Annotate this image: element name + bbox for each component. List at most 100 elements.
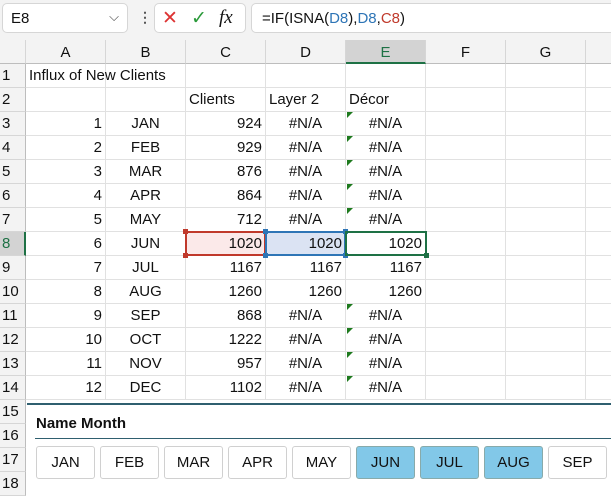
slicer-item-apr[interactable]: APR [228,446,287,479]
cell-A13[interactable]: 11 [26,352,106,376]
cell-B9[interactable]: JUL [106,256,186,280]
cell-E12[interactable]: #N/A [346,328,426,352]
cell-F11[interactable] [426,304,506,328]
cell-D1[interactable] [266,64,346,88]
error-indicator-icon[interactable] [347,328,353,334]
cell-E14[interactable]: #N/A [346,376,426,400]
cell-C13[interactable]: 957 [186,352,266,376]
row-header-18[interactable]: 18 [0,472,26,496]
error-indicator-icon[interactable] [347,136,353,142]
cell-G6[interactable] [506,184,586,208]
cell-A3[interactable]: 1 [26,112,106,136]
cell-C3[interactable]: 924 [186,112,266,136]
range-handle[interactable] [263,253,268,258]
cancel-icon[interactable]: ✕ [162,7,178,30]
cell-D5[interactable]: #N/A [266,160,346,184]
error-indicator-icon[interactable] [347,160,353,166]
cell-G1[interactable] [506,64,586,88]
row-header-14[interactable]: 14 [0,376,26,400]
cell-H2[interactable] [586,88,611,112]
row-header-11[interactable]: 11 [0,304,26,328]
cell-G9[interactable] [506,256,586,280]
cell-H14[interactable] [586,376,611,400]
select-all-corner[interactable] [0,40,26,64]
cell-D4[interactable]: #N/A [266,136,346,160]
cell-B5[interactable]: MAR [106,160,186,184]
slicer-item-aug[interactable]: AUG [484,446,543,479]
slicer-name-month[interactable]: Name Month JAN FEB MAR APR MAY JUN JUL AUG SEP [27,403,611,493]
cell-F1[interactable] [426,64,506,88]
cell-C11[interactable]: 868 [186,304,266,328]
cell-G12[interactable] [506,328,586,352]
cell-H7[interactable] [586,208,611,232]
column-header-C[interactable]: C [186,40,266,64]
cell-B1[interactable] [106,64,186,88]
fill-handle[interactable] [424,253,429,258]
cell-A10[interactable]: 8 [26,280,106,304]
cell-F7[interactable] [426,208,506,232]
cell-E11[interactable]: #N/A [346,304,426,328]
row-header-12[interactable]: 12 [0,328,26,352]
slicer-item-jan[interactable]: JAN [36,446,95,479]
cell-A12[interactable]: 10 [26,328,106,352]
cell-B10[interactable]: AUG [106,280,186,304]
error-indicator-icon[interactable] [347,352,353,358]
more-options-icon[interactable]: ⋮ [138,9,152,26]
cell-G2[interactable] [506,88,586,112]
cell-C12[interactable]: 1222 [186,328,266,352]
row-header-7[interactable]: 7 [0,208,26,232]
cell-D13[interactable]: #N/A [266,352,346,376]
cell-G5[interactable] [506,160,586,184]
cell-B7[interactable]: MAY [106,208,186,232]
cell-C7[interactable]: 712 [186,208,266,232]
cell-C2[interactable]: Clients [186,88,266,112]
column-header-B[interactable]: B [106,40,186,64]
column-header-H[interactable] [586,40,611,64]
cell-E1[interactable] [346,64,426,88]
cell-D14[interactable]: #N/A [266,376,346,400]
cell-B8[interactable]: JUN [106,232,186,256]
cell-G3[interactable] [506,112,586,136]
cell-A11[interactable]: 9 [26,304,106,328]
cell-B3[interactable]: JAN [106,112,186,136]
cell-C4[interactable]: 929 [186,136,266,160]
cell-D3[interactable]: #N/A [266,112,346,136]
row-header-3[interactable]: 3 [0,112,26,136]
cell-B11[interactable]: SEP [106,304,186,328]
cell-F14[interactable] [426,376,506,400]
chevron-down-icon[interactable]: ⌵ [109,9,119,25]
cell-H6[interactable] [586,184,611,208]
cell-H11[interactable] [586,304,611,328]
cell-E7[interactable]: #N/A [346,208,426,232]
row-header-10[interactable]: 10 [0,280,26,304]
slicer-item-mar[interactable]: MAR [164,446,223,479]
cell-D12[interactable]: #N/A [266,328,346,352]
cell-B12[interactable]: OCT [106,328,186,352]
cell-A6[interactable]: 4 [26,184,106,208]
row-header-17[interactable]: 17 [0,448,26,472]
row-header-9[interactable]: 9 [0,256,26,280]
error-indicator-icon[interactable] [347,184,353,190]
cell-E9[interactable]: 1167 [346,256,426,280]
error-indicator-icon[interactable] [347,208,353,214]
cell-F9[interactable] [426,256,506,280]
cell-D6[interactable]: #N/A [266,184,346,208]
cell-B4[interactable]: FEB [106,136,186,160]
enter-icon[interactable]: ✓ [191,7,207,30]
cell-H5[interactable] [586,160,611,184]
error-indicator-icon[interactable] [347,304,353,310]
range-handle[interactable] [263,229,268,234]
cell-H10[interactable] [586,280,611,304]
cell-D10[interactable]: 1260 [266,280,346,304]
cell-D11[interactable]: #N/A [266,304,346,328]
cell-B13[interactable]: NOV [106,352,186,376]
cell-F5[interactable] [426,160,506,184]
cell-C9[interactable]: 1167 [186,256,266,280]
cell-C6[interactable]: 864 [186,184,266,208]
cell-B6[interactable]: APR [106,184,186,208]
cell-E5[interactable]: #N/A [346,160,426,184]
cell-H1[interactable] [586,64,611,88]
cell-H12[interactable] [586,328,611,352]
cell-D9[interactable]: 1167 [266,256,346,280]
cell-F12[interactable] [426,328,506,352]
